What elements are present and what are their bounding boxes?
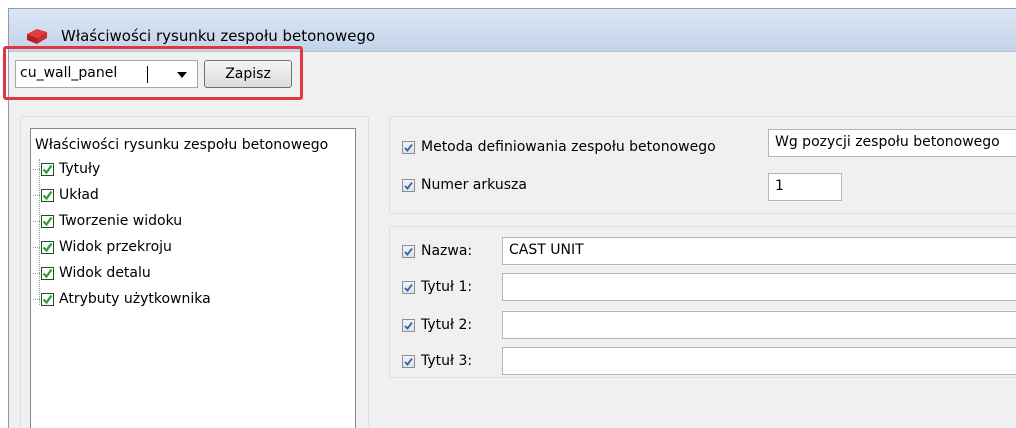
sheet-number-input[interactable]: 1 (768, 173, 842, 201)
checkmark-icon (404, 283, 413, 292)
checkmark-icon (404, 357, 413, 366)
checkmark-icon (42, 216, 53, 226)
checkmark-icon (42, 164, 53, 174)
tree-root-label[interactable]: Właściwości rysunku zespołu betonowego (35, 137, 355, 153)
save-button[interactable]: Zapisz (204, 60, 292, 88)
tree-item[interactable]: Atrybuty użytkownika (33, 289, 211, 309)
title3-checkbox[interactable] (402, 354, 415, 368)
method-checkbox[interactable] (402, 140, 415, 154)
app-icon (25, 27, 49, 45)
tree-connector (33, 273, 40, 274)
tree-item-checkbox[interactable] (41, 240, 54, 254)
checkmark-icon (42, 190, 53, 200)
tree-connector (33, 221, 40, 222)
sheet-row: Numer arkusza (402, 177, 527, 193)
tree-item[interactable]: Widok przekroju (33, 237, 172, 257)
checkmark-icon (404, 143, 413, 152)
title2-checkbox[interactable] (402, 318, 415, 332)
chevron-down-icon[interactable] (177, 72, 187, 78)
preset-combobox[interactable]: cu_wall_panel (15, 60, 198, 88)
tree-connector (33, 299, 40, 300)
title3-label: Tytuł 3: (421, 353, 473, 369)
tree-item-checkbox[interactable] (41, 266, 54, 280)
tree-item[interactable]: Układ (33, 185, 99, 205)
title2-row: Tytuł 2: (402, 317, 472, 333)
title1-row: Tytuł 1: (402, 279, 472, 295)
sheet-label: Numer arkusza (421, 177, 527, 193)
tree-connector (33, 169, 40, 170)
window-title: Właściwości rysunku zespołu betonowego (61, 27, 376, 45)
name-checkbox[interactable] (402, 244, 415, 258)
checkmark-icon (404, 247, 413, 256)
method-value-field[interactable]: Wg pozycji zespołu betonowego (768, 129, 1016, 157)
checkmark-icon (42, 268, 53, 278)
tree-item-checkbox[interactable] (41, 292, 54, 306)
tree-item-checkbox[interactable] (41, 214, 54, 228)
text-caret (147, 66, 148, 83)
titles-panel: Nazwa: CAST UNIT Tytuł 1: Tytuł 2: Tytuł… (389, 226, 1016, 378)
tree-item-label: Atrybuty użytkownika (59, 291, 211, 307)
method-row: Metoda definiowania zespołu betonowego (402, 139, 716, 155)
method-label: Metoda definiowania zespołu betonowego (421, 139, 716, 155)
title1-label: Tytuł 1: (421, 279, 473, 295)
tree-item[interactable]: Widok detalu (33, 263, 151, 283)
title2-input[interactable] (502, 311, 1016, 339)
tree-connector (39, 159, 40, 305)
sheet-checkbox[interactable] (402, 178, 415, 192)
tree-connector (33, 247, 40, 248)
tree-item[interactable]: Tytuły (33, 159, 101, 179)
checkmark-icon (404, 321, 413, 330)
tree-item-label: Tytuły (59, 161, 101, 177)
title2-label: Tytuł 2: (421, 317, 473, 333)
title1-input[interactable] (502, 273, 1016, 301)
title3-input[interactable] (502, 347, 1016, 375)
checkmark-icon (42, 294, 53, 304)
checkmark-icon (404, 181, 413, 190)
general-panel: Metoda definiowania zespołu betonowego W… (389, 116, 1016, 214)
tree-item-label: Tworzenie widoku (59, 213, 183, 229)
checkmark-icon (42, 242, 53, 252)
tree-item-label: Widok przekroju (59, 239, 172, 255)
title1-checkbox[interactable] (402, 280, 415, 294)
tree-connector (33, 195, 40, 196)
title3-row: Tytuł 3: (402, 353, 472, 369)
tree-item[interactable]: Tworzenie widoku (33, 211, 183, 231)
tree-item-label: Widok detalu (59, 265, 151, 281)
tree-item-checkbox[interactable] (41, 188, 54, 202)
tree-item-label: Układ (59, 187, 99, 203)
category-tree[interactable]: Właściwości rysunku zespołu betonowego T… (30, 128, 356, 428)
preset-value[interactable]: cu_wall_panel (20, 65, 117, 81)
tree-item-checkbox[interactable] (41, 162, 54, 176)
name-label: Nazwa: (421, 243, 473, 259)
name-input[interactable]: CAST UNIT (502, 237, 1016, 265)
name-row: Nazwa: (402, 243, 472, 259)
